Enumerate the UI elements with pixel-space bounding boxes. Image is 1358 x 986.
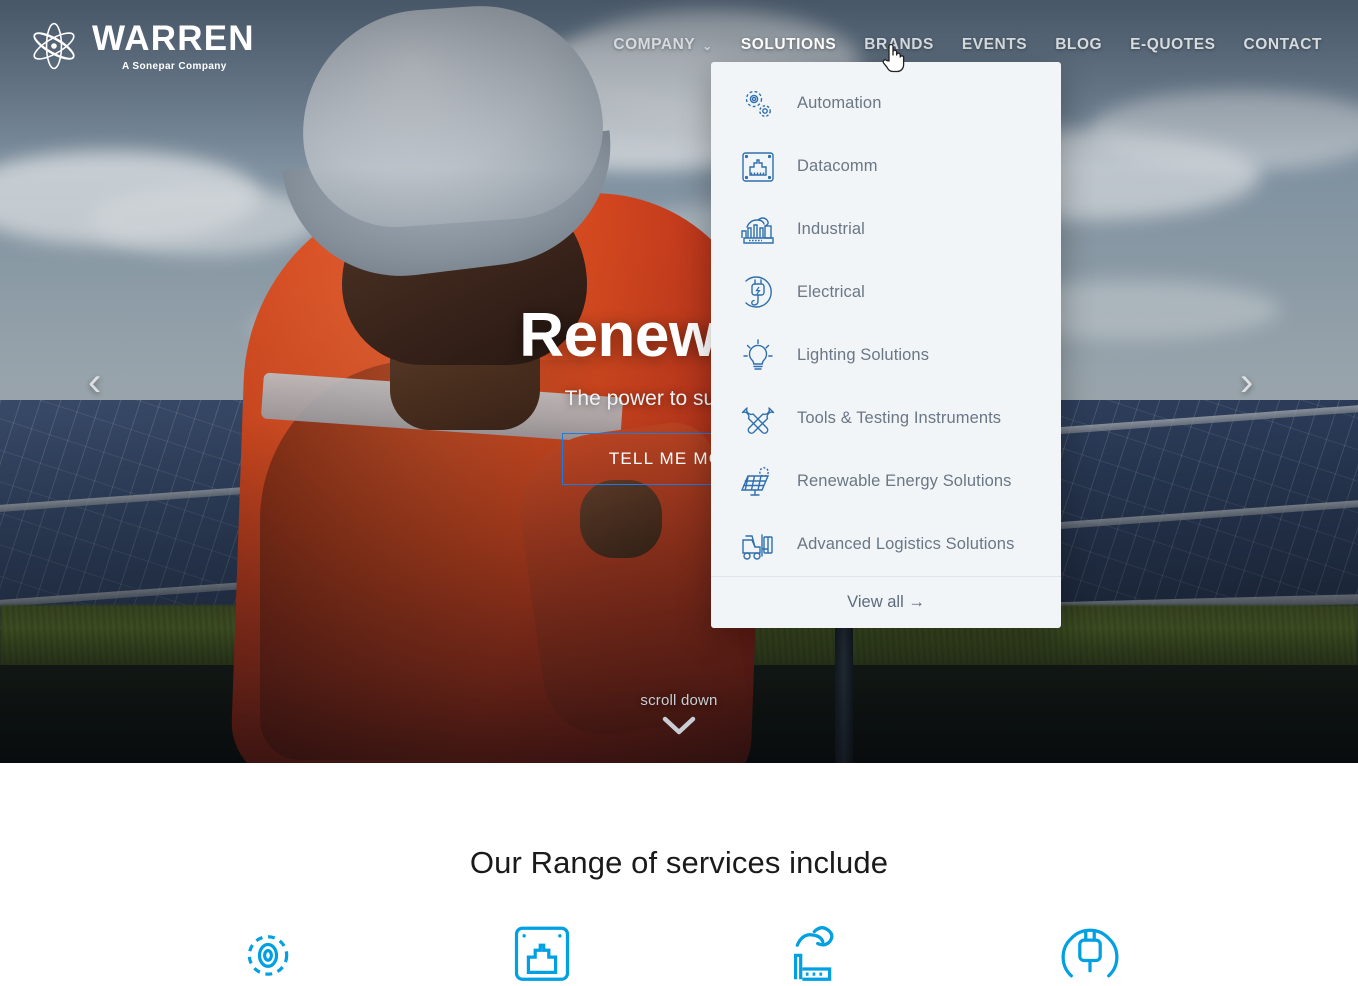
site-header: WARREN A Sonepar Company COMPANY ⌄ SOLUT… bbox=[0, 0, 1358, 92]
nav-label: COMPANY bbox=[613, 36, 696, 53]
power-plug-icon bbox=[737, 272, 779, 314]
electrical-service-icon bbox=[1061, 928, 1119, 978]
nav-item-company[interactable]: COMPANY ⌄ bbox=[599, 26, 727, 64]
dropdown-item-advanced-logistics-solutions[interactable]: Advanced Logistics Solutions bbox=[711, 513, 1061, 576]
dropdown-item-label: Datacomm bbox=[797, 157, 878, 175]
lightbulb-icon bbox=[737, 335, 779, 377]
service-item-industrial[interactable] bbox=[746, 918, 886, 986]
scroll-down-indicator[interactable]: scroll down bbox=[0, 692, 1358, 737]
dropdown-item-label: Industrial bbox=[797, 220, 865, 238]
service-item-datacomm[interactable] bbox=[472, 918, 612, 986]
forklift-icon bbox=[737, 524, 779, 566]
dropdown-item-lighting-solutions[interactable]: Lighting Solutions bbox=[711, 324, 1061, 387]
service-item-electrical[interactable] bbox=[1020, 918, 1160, 986]
dropdown-item-label: Lighting Solutions bbox=[797, 346, 930, 364]
chevron-down-icon bbox=[662, 716, 696, 735]
dropdown-item-industrial[interactable]: Industrial bbox=[711, 198, 1061, 261]
nav-label: CONTACT bbox=[1243, 36, 1322, 53]
main-nav: COMPANY ⌄ SOLUTIONS BRANDS EVENTS BLOG E… bbox=[599, 26, 1336, 66]
logo[interactable]: WARREN A Sonepar Company bbox=[26, 18, 255, 74]
gear-automation-service-icon bbox=[247, 935, 289, 976]
dropdown-item-label: Advanced Logistics Solutions bbox=[797, 535, 1015, 553]
nav-label: BRANDS bbox=[864, 36, 934, 53]
nav-item-contact[interactable]: CONTACT bbox=[1230, 26, 1336, 64]
dropdown-item-label: Tools & Testing Instruments bbox=[797, 409, 1002, 427]
nav-label: E-QUOTES bbox=[1130, 36, 1216, 53]
dropdown-view-all-link[interactable]: View all → bbox=[711, 576, 1061, 628]
factory-icon bbox=[737, 209, 779, 251]
carousel-next-arrow[interactable]: › bbox=[1240, 362, 1253, 402]
nav-item-solutions[interactable]: SOLUTIONS bbox=[727, 26, 850, 64]
nav-item-blog[interactable]: BLOG bbox=[1041, 26, 1116, 64]
hero-section: ‹ › Renewable The power to succeed in TE… bbox=[0, 0, 1358, 763]
brand-tagline: A Sonepar Company bbox=[121, 60, 227, 72]
service-item-automation[interactable] bbox=[198, 918, 338, 986]
solutions-dropdown-menu: Automation Datacomm Industrial Electrica… bbox=[711, 62, 1061, 628]
nav-item-brands[interactable]: BRANDS bbox=[850, 26, 948, 64]
dropdown-item-label: Electrical bbox=[797, 283, 865, 301]
nav-item-e-quotes[interactable]: E-QUOTES bbox=[1116, 26, 1229, 64]
wrench-screwdriver-icon bbox=[737, 398, 779, 440]
scroll-down-label: scroll down bbox=[640, 692, 718, 709]
ethernet-port-icon bbox=[737, 146, 779, 188]
dropdown-view-all-label: View all → bbox=[847, 593, 925, 611]
hero-content: Renewable The power to succeed in TELL M… bbox=[0, 300, 1358, 485]
nav-label: SOLUTIONS bbox=[740, 36, 837, 53]
atom-flower-logo-icon bbox=[33, 22, 75, 70]
nav-label: EVENTS bbox=[961, 36, 1028, 53]
solar-panel-sun-icon bbox=[737, 461, 779, 503]
chevron-down-icon: ⌄ bbox=[702, 39, 713, 53]
services-icon-row bbox=[0, 918, 1358, 986]
datacomm-service-icon bbox=[514, 926, 570, 981]
dropdown-item-datacomm[interactable]: Datacomm bbox=[711, 135, 1061, 198]
nav-item-events[interactable]: EVENTS bbox=[948, 26, 1041, 64]
dropdown-item-electrical[interactable]: Electrical bbox=[711, 261, 1061, 324]
dropdown-item-label: Renewable Energy Solutions bbox=[797, 472, 1012, 490]
gears-automation-icon bbox=[737, 83, 779, 125]
carousel-prev-arrow[interactable]: ‹ bbox=[88, 362, 101, 402]
brand-name: WARREN bbox=[92, 18, 255, 58]
dropdown-item-label: Automation bbox=[797, 94, 882, 112]
industrial-service-icon bbox=[793, 926, 834, 981]
services-heading: Our Range of services include bbox=[469, 845, 889, 880]
dropdown-item-renewable-energy-solutions[interactable]: Renewable Energy Solutions bbox=[711, 450, 1061, 513]
dropdown-item-automation[interactable]: Automation bbox=[711, 72, 1061, 135]
dropdown-item-tools-testing-instruments[interactable]: Tools & Testing Instruments bbox=[711, 387, 1061, 450]
nav-label: BLOG bbox=[1055, 36, 1103, 53]
